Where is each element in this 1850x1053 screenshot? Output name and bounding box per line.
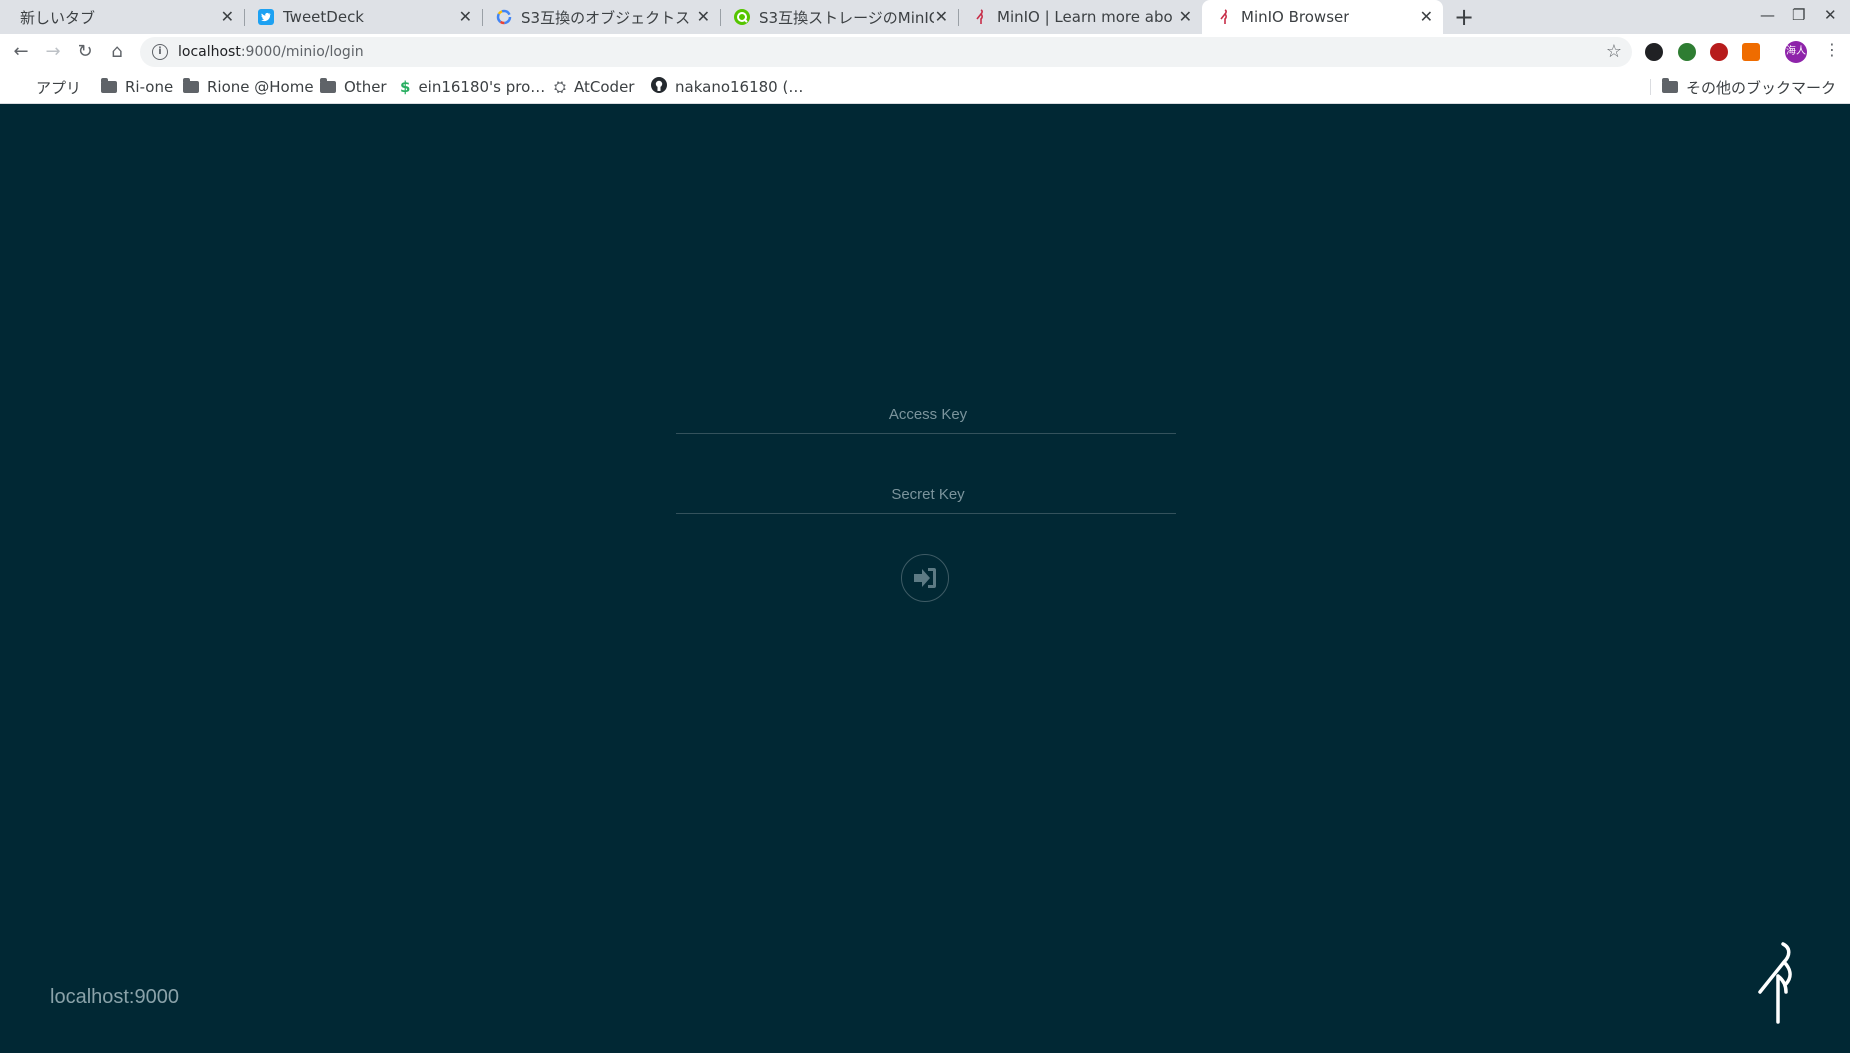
tab-title: 新しいタブ [20, 7, 95, 28]
github-icon [651, 77, 667, 97]
bookmark-rione-home[interactable]: Rione @Home [183, 70, 314, 104]
folder-icon [1662, 81, 1678, 93]
minio-icon [972, 9, 988, 25]
tab-new-tab[interactable]: 新しいタブ ✕ [6, 0, 244, 34]
tab-s3-object-storage[interactable]: S3互換のオブジェクトス ✕ [482, 0, 720, 34]
menu-icon[interactable]: ⋮ [1824, 40, 1840, 59]
scrapbox-icon: $ [400, 78, 410, 96]
sign-in-icon [913, 567, 937, 589]
address-url: localhost:9000/minio/login [178, 44, 364, 60]
close-icon[interactable]: ✕ [459, 8, 472, 26]
minio-icon [1216, 9, 1232, 25]
tab-minio-learn-more[interactable]: MinIO | Learn more about ✕ [958, 0, 1202, 34]
secret-key-input[interactable] [676, 473, 1180, 515]
bookmark-apps[interactable]: アプリ [14, 70, 81, 104]
close-icon[interactable]: ✕ [935, 8, 948, 26]
bookmark-label: Rione @Home [207, 78, 314, 96]
bookmark-label: AtCoder [574, 78, 634, 96]
minimize-icon[interactable]: — [1760, 6, 1775, 24]
tab-title: MinIO Browser [1241, 8, 1349, 26]
close-window-icon[interactable]: ✕ [1824, 6, 1837, 24]
apps-grid-icon [14, 80, 28, 94]
qiita-icon [734, 9, 750, 25]
extension-network-icon[interactable] [1742, 43, 1760, 61]
tab-title: S3互換ストレージのMinIO [759, 7, 934, 28]
profile-avatar[interactable]: 海人 [1785, 41, 1807, 63]
close-icon[interactable]: ✕ [221, 8, 234, 26]
login-button[interactable] [901, 554, 949, 602]
close-icon[interactable]: ✕ [1420, 8, 1433, 26]
tab-title: TweetDeck [283, 8, 364, 26]
site-info-icon[interactable]: i [152, 44, 168, 60]
tab-strip: 新しいタブ ✕ TweetDeck ✕ S3互換のオブジェクトス ✕ S3互換ス… [0, 0, 1850, 34]
bookmark-scrapbox[interactable]: $ ein16180's pro… [400, 70, 545, 104]
address-host: localhost [178, 44, 241, 60]
bookmark-github[interactable]: nakano16180 (… [651, 70, 803, 104]
bookmark-label: nakano16180 (… [675, 78, 803, 96]
home-icon[interactable]: ⌂ [105, 40, 129, 64]
forward-icon[interactable]: → [41, 40, 65, 64]
bookmark-label: ein16180's pro… [418, 78, 545, 96]
browser-chrome: 新しいタブ ✕ TweetDeck ✕ S3互換のオブジェクトス ✕ S3互換ス… [0, 0, 1850, 104]
folder-icon [183, 81, 199, 93]
bookmark-label: その他のブックマーク [1686, 77, 1836, 98]
bookmark-other[interactable]: Other [320, 70, 387, 104]
browser-toolbar: ← → ↻ ⌂ i localhost:9000/minio/login ☆ 海… [0, 34, 1850, 70]
access-key-input[interactable] [676, 393, 1180, 435]
close-icon[interactable]: ✕ [1179, 8, 1192, 26]
bookmark-ri-one[interactable]: Ri-one [101, 70, 173, 104]
reload-icon[interactable]: ↻ [73, 40, 97, 64]
star-icon[interactable]: ☆ [1606, 41, 1622, 62]
host-label: localhost:9000 [50, 986, 179, 1009]
new-tab-button[interactable]: + [1454, 4, 1474, 30]
bookmarks-bar: アプリ Ri-one Rione @Home Other $ ein16180'… [0, 70, 1850, 104]
minio-logo-icon [1756, 942, 1800, 1024]
extension-leaf-icon[interactable] [1678, 43, 1696, 61]
bookmark-other-bookmarks[interactable]: その他のブックマーク [1662, 70, 1836, 104]
bookmark-atcoder[interactable]: ⛭ AtCoder [554, 70, 634, 104]
folder-icon [320, 81, 336, 93]
address-path: :9000/minio/login [241, 44, 364, 60]
bookmark-label: Ri-one [125, 78, 173, 96]
atcoder-icon: ⛭ [554, 78, 566, 96]
back-icon[interactable]: ← [9, 40, 33, 64]
tab-title: MinIO | Learn more about [997, 8, 1172, 26]
bookmark-label: Other [344, 78, 387, 96]
close-icon[interactable]: ✕ [697, 8, 710, 26]
extension-block-icon[interactable] [1710, 43, 1728, 61]
twitter-icon [258, 9, 274, 25]
extension-paw-icon[interactable] [1645, 43, 1663, 61]
google-cloud-icon [496, 9, 512, 25]
minio-login-page: localhost:9000 [0, 104, 1850, 1053]
tab-title: S3互換のオブジェクトス [521, 7, 690, 28]
restore-icon[interactable]: ❐ [1792, 6, 1805, 24]
access-key-field [676, 393, 1176, 434]
tab-tweetdeck[interactable]: TweetDeck ✕ [244, 0, 482, 34]
tab-minio-browser[interactable]: MinIO Browser ✕ [1202, 0, 1443, 34]
tab-s3-storage-minio[interactable]: S3互換ストレージのMinIO ✕ [720, 0, 958, 34]
bookmark-label: アプリ [36, 77, 81, 98]
folder-icon [101, 81, 117, 93]
address-bar[interactable]: i localhost:9000/minio/login ☆ [140, 37, 1632, 67]
secret-key-field [676, 473, 1176, 514]
